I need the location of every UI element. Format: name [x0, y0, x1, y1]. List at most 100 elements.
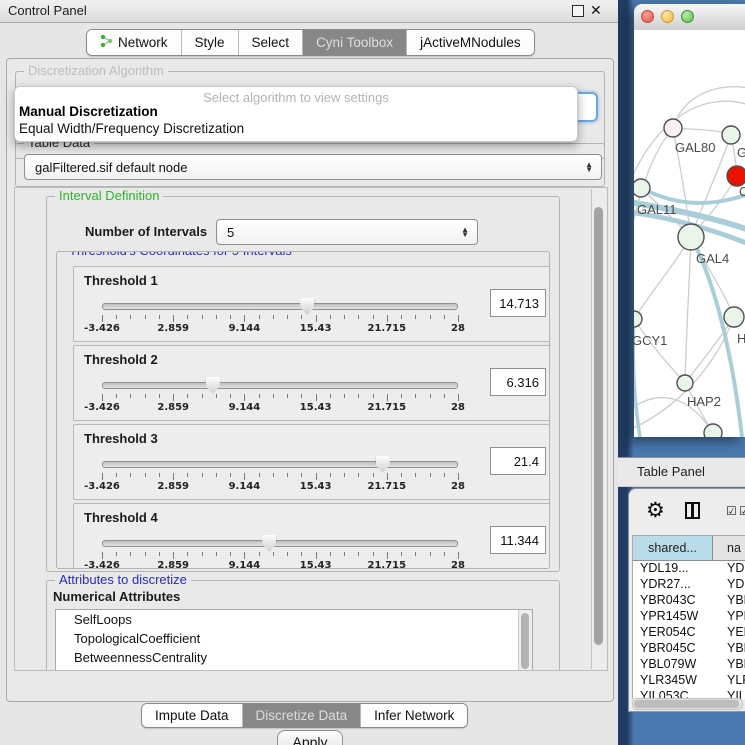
gear-icon[interactable]: ⚙	[646, 498, 665, 522]
label-h-partial: H	[737, 331, 745, 346]
label-gal4: GAL4	[696, 251, 729, 266]
tab-infer-network[interactable]: Infer Network	[360, 704, 467, 727]
mac-zoom-icon[interactable]	[681, 10, 694, 23]
table-cell[interactable]: YDR2	[713, 577, 745, 593]
table-cell[interactable]: YER054C	[633, 625, 713, 641]
table-cell[interactable]: YBR043C	[633, 593, 713, 609]
tab-select[interactable]: Select	[238, 30, 303, 55]
interval-definition-group: Interval Definition Number of Intervals …	[46, 196, 560, 572]
tab-network[interactable]: Network	[87, 30, 181, 55]
table-row[interactable]: YLR345WYLR3	[633, 673, 745, 689]
scrollbar-thumb[interactable]	[594, 207, 603, 645]
threshold-4-slider[interactable]	[102, 540, 458, 547]
node-h[interactable]	[724, 307, 744, 327]
tab-discretize-data[interactable]: Discretize Data	[242, 704, 361, 727]
table-row[interactable]: YER054CYER0	[633, 625, 745, 641]
network-view-window: GAL80 GA C GAL11 GAL4 GCY1 H HAP2	[634, 4, 745, 437]
label-gcy1: GCY1	[634, 333, 667, 348]
table-cell[interactable]: YLR3	[713, 673, 745, 689]
threshold-1-value-field[interactable]: 14.713	[490, 289, 546, 317]
attribute-item[interactable]: SelfLoops	[56, 610, 532, 629]
table-cell[interactable]: YPR1	[713, 609, 745, 625]
table-cell[interactable]: YBR0	[713, 593, 745, 609]
tab-jactivemnodules[interactable]: jActiveMNodules	[406, 30, 534, 55]
tab-impute-data[interactable]: Impute Data	[142, 704, 242, 727]
threshold-4-label: Threshold 4	[84, 510, 158, 525]
table-data-combobox[interactable]: galFiltered.sif default node ▲▼	[24, 154, 602, 180]
apply-button[interactable]: Apply	[277, 730, 343, 745]
slider-handle[interactable]	[262, 535, 276, 552]
threshold-2-slider[interactable]	[102, 382, 458, 389]
node-hap2[interactable]	[677, 375, 693, 391]
threshold-2-label: Threshold 2	[84, 352, 158, 367]
node-gal11[interactable]	[634, 179, 650, 197]
table-row[interactable]: YDL19...YDL1	[633, 561, 745, 577]
table-horizontal-scrollbar[interactable]	[632, 698, 743, 710]
attributes-group-label: Attributes to discretize	[55, 572, 191, 587]
checkbox-icon[interactable]: ☑	[726, 504, 737, 518]
option-equal-width-frequency[interactable]: Equal Width/Frequency Discretization	[19, 121, 244, 136]
table-cell[interactable]: YBR045C	[633, 641, 713, 657]
slider-handle[interactable]	[376, 456, 390, 473]
table-header-row: shared... na	[633, 535, 745, 561]
scrollbar-thumb[interactable]	[634, 700, 739, 708]
control-panel-tabs: Network Style Select Cyni Toolbox jActiv…	[86, 29, 535, 56]
attributes-scrollbar[interactable]	[518, 610, 532, 671]
table-cell[interactable]: YER0	[713, 625, 745, 641]
threshold-1-slider[interactable]	[102, 303, 458, 310]
combo-spinner-icon: ▲▼	[585, 155, 593, 179]
mac-close-icon[interactable]	[641, 10, 654, 23]
tab-cyni-toolbox[interactable]: Cyni Toolbox	[302, 30, 406, 55]
number-of-intervals-combobox[interactable]: 5 ▲▼	[216, 219, 478, 245]
table-cell[interactable]: YPR145W	[633, 609, 713, 625]
threshold-3-slider[interactable]	[102, 461, 458, 468]
table-cell[interactable]: YDR27...	[633, 577, 713, 593]
close-icon[interactable]: ✕	[590, 2, 602, 19]
attributes-group: Attributes to discretize Numerical Attri…	[46, 580, 560, 671]
column-header-shared-name[interactable]: shared...	[633, 536, 713, 560]
threshold-1-label: Threshold 1	[84, 273, 158, 288]
attribute-item[interactable]: BetweennessCentrality	[56, 648, 532, 667]
numerical-attributes-list: SelfLoopsTopologicalCoefficientBetweenne…	[55, 609, 533, 671]
table-panel: ⚙ ☑ ☑ shared... na YDL19...YDL1YDR27...Y…	[628, 488, 745, 712]
node-pink[interactable]	[664, 119, 682, 137]
column-header-name[interactable]: na	[713, 536, 745, 560]
table-cell[interactable]: YBL079W	[633, 657, 713, 673]
node-selected-red[interactable]	[727, 166, 745, 186]
table-cell[interactable]: YBL0	[713, 657, 745, 673]
control-panel-title: Control Panel	[8, 3, 87, 18]
slider-handle[interactable]	[300, 298, 314, 315]
threshold-4-value-field[interactable]: 11.344	[490, 526, 546, 554]
checkbox-icon[interactable]: ☑	[739, 504, 745, 518]
network-window-titlebar[interactable]	[634, 4, 745, 31]
table-cell[interactable]: YLR345W	[633, 673, 713, 689]
column-view-icon[interactable]	[685, 502, 700, 519]
attribute-item[interactable]: TopologicalCoefficient	[56, 629, 532, 648]
table-row[interactable]: YBL079WYBL0	[633, 657, 745, 673]
table-row[interactable]: YBR045CYBR0	[633, 641, 745, 657]
node-bottom[interactable]	[704, 424, 722, 437]
threshold-2-value-field[interactable]: 6.316	[490, 368, 546, 396]
table-row[interactable]: YDR27...YDR2	[633, 577, 745, 593]
mac-minimize-icon[interactable]	[661, 10, 674, 23]
settings-vertical-scrollbar[interactable]	[591, 189, 606, 669]
table-cell[interactable]: YDL19...	[633, 561, 713, 577]
threshold-3-value-field[interactable]: 21.4	[490, 447, 546, 475]
node-green[interactable]	[722, 126, 740, 144]
label-hap2: HAP2	[687, 394, 721, 409]
table-row[interactable]: YPR145WYPR1	[633, 609, 745, 625]
option-manual-discretization[interactable]: Manual Discretization	[19, 104, 158, 119]
table-cell[interactable]: YBR0	[713, 641, 745, 657]
table-row[interactable]: YBR043CYBR0	[633, 593, 745, 609]
tab-style[interactable]: Style	[181, 30, 238, 55]
control-panel-titlebar: Control Panel ✕	[0, 0, 618, 23]
network-canvas[interactable]: GAL80 GA C GAL11 GAL4 GCY1 H HAP2	[634, 30, 745, 437]
float-panel-icon[interactable]	[572, 5, 584, 17]
table-cell[interactable]: YDL1	[713, 561, 745, 577]
node-gcy1[interactable]	[634, 311, 642, 327]
table-panel-titlebar: Table Panel	[618, 457, 745, 487]
cytoscape-desktop: GAL80 GA C GAL11 GAL4 GCY1 H HAP2 Table …	[618, 0, 745, 745]
settings-scrollpane: Interval Definition Number of Intervals …	[14, 187, 608, 671]
node-gal4[interactable]	[678, 224, 704, 250]
slider-handle[interactable]	[206, 377, 220, 394]
